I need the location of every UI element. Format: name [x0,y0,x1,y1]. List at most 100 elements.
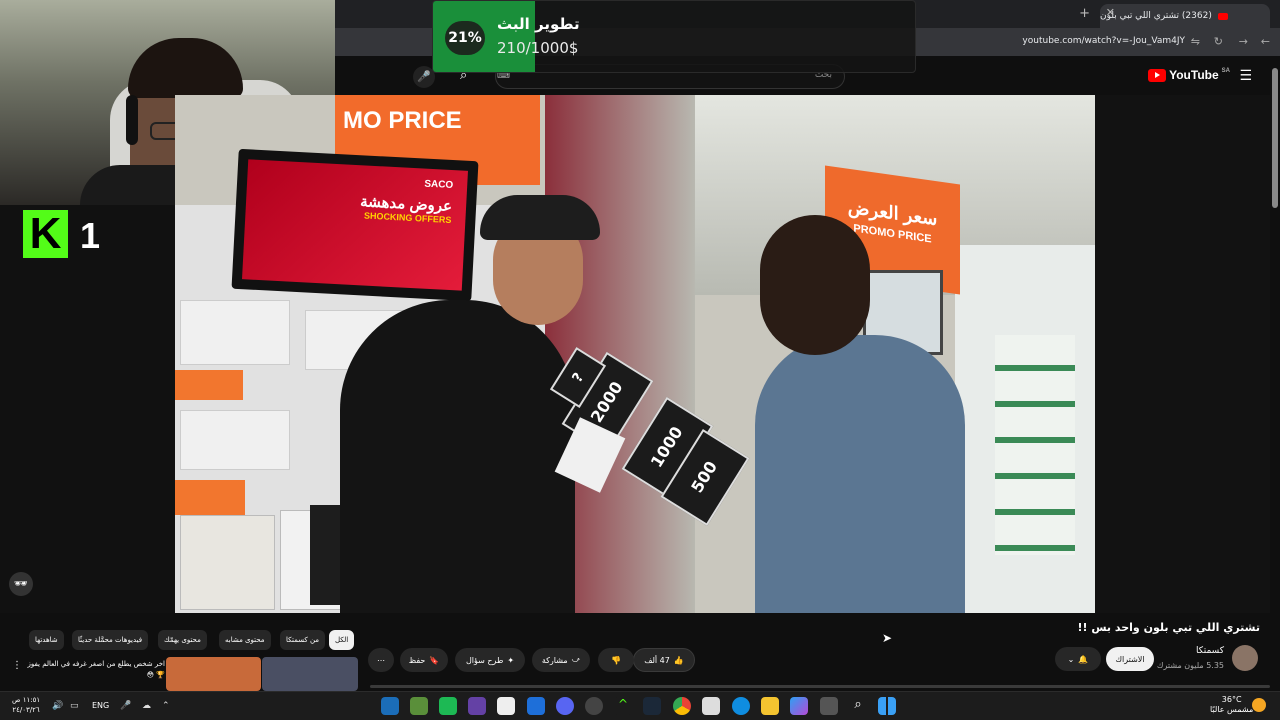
chip-similar-label: محتوى مشابه [225,636,265,644]
chevron-up-icon[interactable]: ⌃ [162,701,170,711]
save-button[interactable]: 🔖 حفظ [400,648,448,672]
edge-icon[interactable] [732,697,750,715]
cash-card-500-value: 500 [687,457,722,497]
chip-watched-label: شاهدتها [35,636,58,644]
tab-youtube[interactable]: (2362) تشتري اللي تبي بلون [1100,4,1270,28]
cursor-icon: ➤ [882,631,893,645]
recommended-title[interactable]: اخر شخص يطلع من اصغر غرفه في العالم يفوز… [25,659,165,681]
app-icon-4[interactable] [497,697,515,715]
share-button[interactable]: ⤻ مشاركة [532,648,590,672]
youtube-logo[interactable]: YouTube SA [1148,68,1230,82]
app-icon-1[interactable] [410,697,428,715]
close-tab-icon[interactable]: ✕ [1106,6,1115,19]
video-title: تشتري اللي تبي بلون واحد بس !! [1077,621,1261,634]
sunglasses-icon: 🕶 [9,572,33,596]
chip-from-channel[interactable]: من كسمتكا [280,630,326,650]
youtube-favicon-icon [1217,12,1228,20]
chip-all[interactable]: الكل [329,630,355,650]
chip-recent[interactable]: فيديوهات محمَّلة حديثًا [72,630,149,650]
tv-screen: SACO عروض مدهشة SHOCKING OFFERS [242,159,468,291]
drill-box-3 [180,410,290,470]
language-indicator[interactable]: ENG [92,701,109,710]
app-icon-3[interactable] [468,697,486,715]
recommended-thumbnail[interactable] [166,657,261,691]
kebab-menu-icon[interactable]: ⋮ [12,660,22,671]
notifications-button[interactable]: 🔔 ⌄ [1055,647,1101,671]
site-settings-icon[interactable]: ⇋ [1191,35,1200,48]
stream-side-panel [0,205,175,613]
scrollbar-thumb[interactable] [1272,68,1278,208]
search-taskbar-icon[interactable]: ⌕ [849,697,867,715]
channel-avatar[interactable] [1232,645,1258,671]
man-black-cap [480,195,600,240]
chip-watched[interactable]: شاهدتها [29,630,64,650]
store-icon[interactable] [702,697,720,715]
clock-date: ٢٤/٠٣/٢٦ [12,706,40,714]
chip-similar[interactable]: محتوى مشابه [219,630,271,650]
folder-icon[interactable] [761,697,779,715]
bell-icon: 🔔 [1078,654,1089,664]
save-label: حفظ [408,655,426,665]
back-icon[interactable]: ← [1261,35,1270,48]
copilot-icon[interactable] [790,697,808,715]
chip-recent-label: فيديوهات محمَّلة حديثًا [78,636,143,644]
goal-title: تطوير البث [497,15,580,33]
streamer-hair [128,38,243,98]
new-tab-button[interactable]: + [1079,6,1090,21]
scroll-progress [370,685,1270,688]
goal-amount: 210/1000$ [497,39,579,57]
drill-box-1 [180,300,290,365]
discord-icon[interactable] [556,697,574,715]
kick-logo: K [23,210,68,258]
steam-icon[interactable] [381,697,399,715]
chrome-icon[interactable] [673,697,691,715]
like-button[interactable]: 👍 47 ألف [633,648,695,672]
kick-follower-count: 1 [80,215,101,256]
reload-icon[interactable]: ↻ [1214,35,1223,48]
headset [126,95,138,145]
donation-goal-widget: 21% تطوير البث 210/1000$ [432,0,916,73]
app-icon-5[interactable] [527,697,545,715]
more-actions-button[interactable]: ⋯ [368,648,394,672]
chip-for-you[interactable]: محتوى يهمّك [158,630,207,650]
store-tv: SACO عروض مدهشة SHOCKING OFFERS [231,148,479,302]
recommended-thumbnail-2[interactable] [262,657,358,691]
weather-widget[interactable]: 36°C مشمس عالبًا [1210,695,1253,715]
app-icon-7[interactable]: ^ [614,697,632,715]
scrollbar[interactable] [1270,58,1280,688]
right-product-column [995,335,1075,555]
cloud-icon[interactable]: ☁ [142,701,151,711]
task-view-icon[interactable] [820,697,838,715]
share-icon: ⤻ [571,655,581,664]
network-icon[interactable]: ▭ [70,701,79,711]
thumbs-up-icon: 👍 [673,655,684,665]
video-player[interactable]: MO PRICE SACO عروض مدهشة SHOCKING OFFERS… [175,95,1095,613]
mystery-card-value: ? [569,370,588,386]
clock[interactable]: ١١:٥١ ص ٢٤/٠٣/٢٦ [12,695,40,715]
steam-icon-2[interactable] [643,697,661,715]
youtube-play-icon [1148,68,1167,82]
subscribe-label: الاشتراك [1115,654,1145,664]
menu-icon[interactable]: ☰ [1239,68,1252,84]
volume-icon[interactable]: 🔊 [52,701,63,711]
dislike-button[interactable]: 👎 [598,648,634,672]
man-black-shirt [340,300,575,613]
weather-temp: 36°C [1221,695,1242,704]
url-text[interactable]: youtube.com/watch?v=-Jou_Vam4JY [1022,36,1185,46]
goal-percent: 21% [445,21,485,55]
app-icon-6[interactable] [585,697,603,715]
bookmark-icon: 🔖 [429,655,440,665]
price-tag-orange [175,370,243,400]
forward-icon[interactable]: → [1239,35,1248,48]
subscribe-button[interactable]: الاشتراك [1106,647,1154,671]
promo-sign-left-text: MO PRICE [343,107,462,134]
app-icon-2[interactable] [439,697,457,715]
thumbs-down-icon: 👎 [611,655,621,665]
channel-name[interactable]: كسمتكا [1196,646,1224,656]
clock-time: ١١:٥١ ص [12,696,41,704]
ask-button[interactable]: ✦ طرح سؤال [455,648,525,672]
tool-case-box [180,515,275,610]
start-icon[interactable] [878,697,896,715]
mic-tray-icon[interactable]: 🎤 [120,701,131,711]
sun-icon [1252,698,1266,712]
